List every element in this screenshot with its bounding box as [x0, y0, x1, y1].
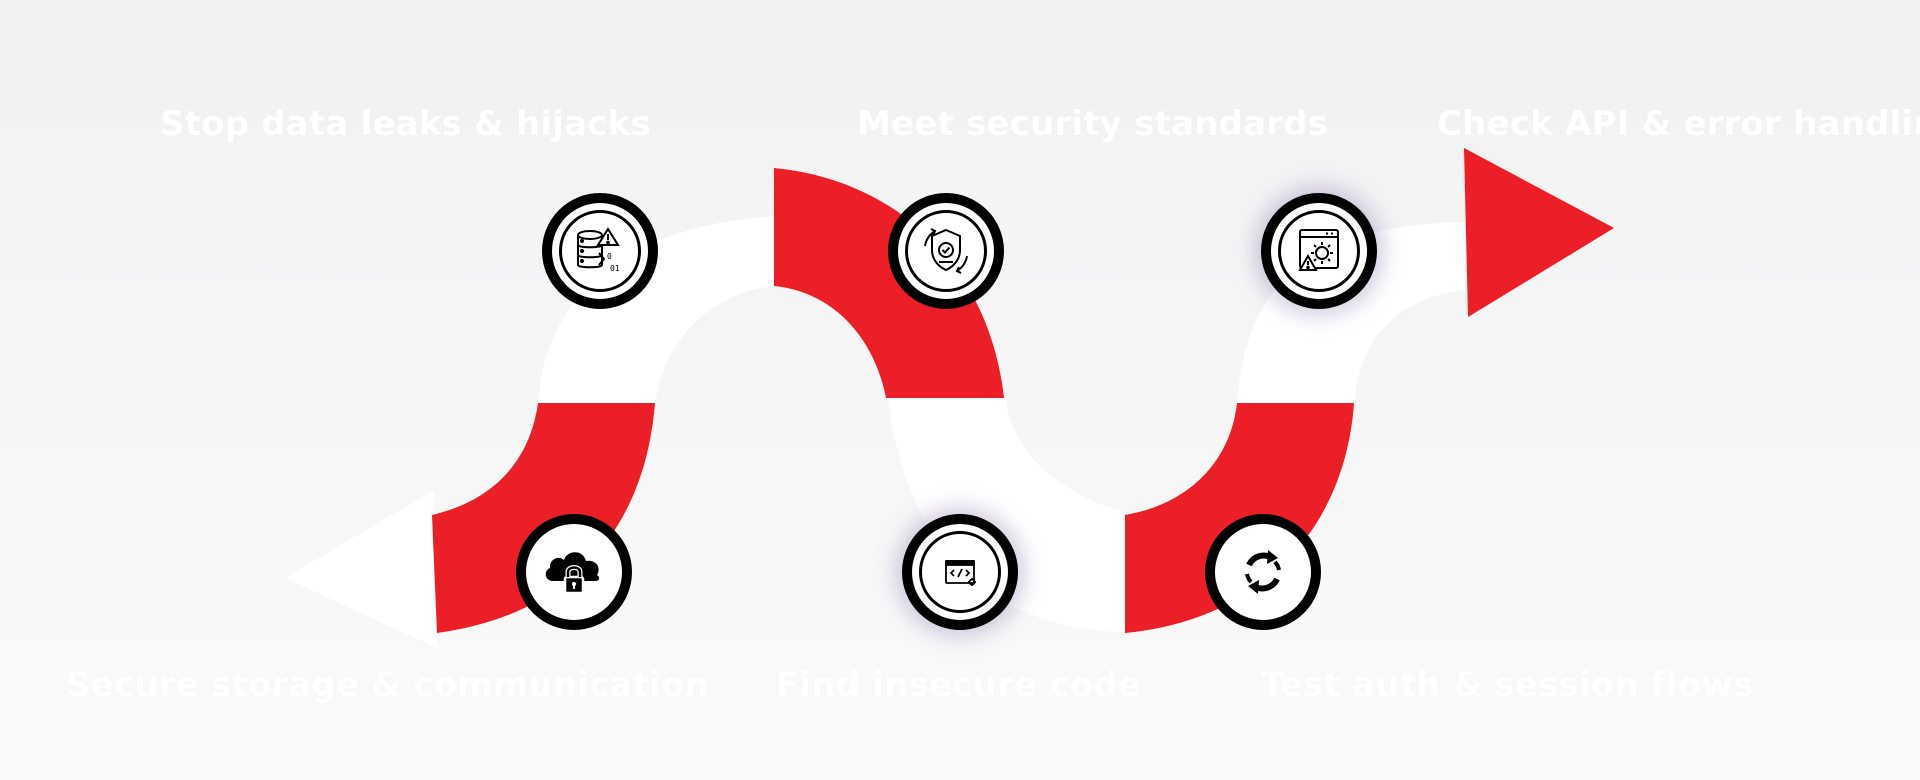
refresh-cycle-icon: [1245, 550, 1281, 594]
code-window-icon: [945, 560, 976, 586]
step-node-stop-data-leaks: 0 01: [542, 193, 658, 309]
svg-text:0: 0: [607, 252, 612, 261]
database-alert-icon: 0 01: [577, 227, 620, 273]
step-label-test-auth: Test auth & session flows: [1261, 665, 1754, 705]
step-label-meet-standards: Meet security standards: [857, 104, 1329, 144]
path-arrow-head: [1464, 148, 1614, 317]
step-node-test-auth: [1205, 514, 1321, 630]
step-node-secure-storage: [516, 514, 632, 630]
path-arrow-tail: [285, 490, 437, 648]
step-label-secure-storage: Secure storage & communication: [66, 665, 709, 705]
step-node-find-insecure-code: [902, 514, 1018, 630]
cloud-lock-icon: [545, 552, 600, 595]
shield-check-icon: [924, 228, 968, 274]
step-node-meet-standards: [888, 193, 1004, 309]
step-node-check-api: [1261, 193, 1377, 309]
step-label-check-api: Check API & error handling: [1437, 104, 1920, 144]
roadmap-diagram: Stop data leaks & hijacks Meet security …: [0, 0, 1920, 780]
step-label-stop-data-leaks: Stop data leaks & hijacks: [160, 104, 651, 144]
svg-text:01: 01: [610, 264, 620, 273]
step-label-find-insecure-code: Find insecure code: [776, 665, 1141, 705]
api-warning-icon: [1298, 229, 1339, 271]
